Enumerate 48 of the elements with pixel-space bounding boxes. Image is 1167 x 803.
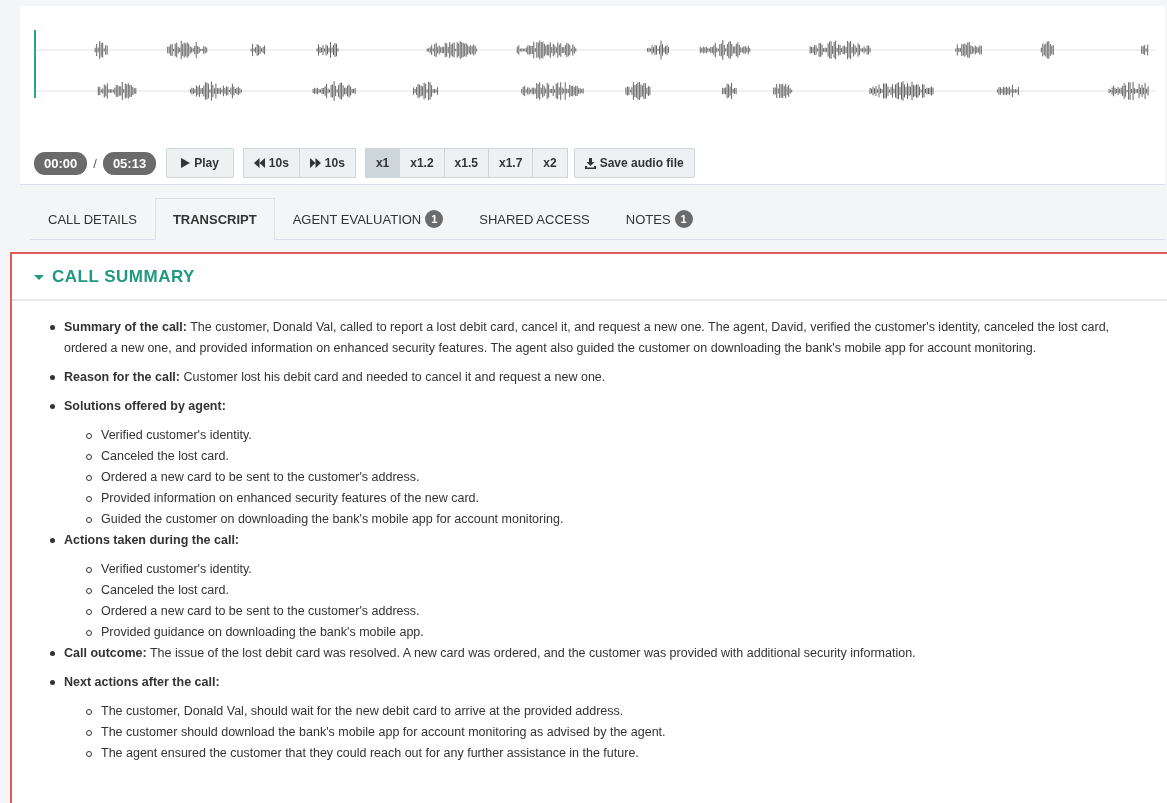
bullet [50, 404, 55, 409]
summary-text: Summary of the call: The customer, Donald Val, called to report a lost debit card, cancel it, and request a new one. The agent, David, verified the customer's identity, canceled the lost card, ordered a new one, and provided information on enhanced security features. The agent also guided the customer on downloading the bank's mobile app for account monitoring. [64, 319, 1111, 357]
speed-button[interactable]: x1.5 [443, 148, 489, 178]
tab[interactable]: SHARED ACCESS [461, 198, 608, 240]
section-title: CALL SUMMARY [52, 266, 195, 287]
list-item: Guided the customer on downloading the bank's mobile app for account monitoring. [101, 511, 564, 528]
save-audio-button[interactable]: Save audio file [573, 148, 695, 178]
list-heading: Actions taken during the call: [64, 533, 240, 547]
play-icon [181, 158, 191, 168]
tab[interactable]: AGENT EVALUATION 1 [274, 198, 462, 240]
tab[interactable]: CALL DETAILS [30, 198, 155, 240]
duration: 05:13 [102, 151, 157, 175]
list-item: Verified customer's identity. [101, 427, 252, 444]
play-button[interactable]: Play [166, 148, 234, 178]
time-separator: / [93, 155, 97, 171]
speed-button[interactable]: x1.7 [487, 148, 534, 178]
download-icon [584, 157, 596, 169]
list-item: The customer, Donald Val, should wait for the new debit card to arrive at the provided address. [101, 703, 624, 720]
list-item: Provided information on enhanced security features of the new card. [101, 490, 479, 507]
bullet [50, 375, 55, 380]
tab[interactable]: NOTES 1 [607, 198, 711, 240]
speed-button[interactable]: x1 [364, 148, 401, 178]
rewind-icon [253, 158, 265, 168]
speed-button[interactable]: x2 [532, 148, 568, 178]
list-item: Verified customer's identity. [101, 561, 252, 578]
list-item: Canceled the lost card. [101, 582, 229, 599]
speed-button[interactable]: x1.2 [399, 148, 445, 178]
list-heading: Next actions after the call: [64, 675, 220, 689]
list-heading: Solutions offered by agent: [64, 399, 226, 413]
count-badge: 1 [674, 210, 693, 228]
list-item: Provided guidance on downloading the bank's mobile app. [101, 624, 424, 641]
list-item: The agent ensured the customer that they could reach out for any further assistance in the future. [101, 745, 639, 762]
rewind-button[interactable]: 10s [242, 148, 300, 178]
summary-text: Call outcome: The issue of the lost debit card was resolved. A new card was ordered, and the customer was provided with additional security information. [64, 645, 916, 662]
bullet [50, 651, 55, 656]
list-item: Ordered a new card to be sent to the customer's address. [101, 603, 420, 620]
fast-forward-icon [309, 158, 321, 168]
summary-text: Reason for the call: Customer lost his debit card and needed to cancel it and request a new one. [64, 369, 606, 386]
current-time: 00:00 [34, 151, 88, 175]
bullet [50, 680, 55, 685]
bullet [50, 538, 55, 543]
list-item: The customer should download the bank's mobile app for account monitoring as advised by the agent. [101, 724, 666, 741]
count-badge: 1 [425, 210, 444, 228]
bullet [50, 325, 55, 330]
tab[interactable]: TRANSCRIPT [154, 198, 275, 240]
list-item: Canceled the lost card. [101, 448, 229, 465]
list-item: Ordered a new card to be sent to the customer's address. [101, 469, 420, 486]
forward-button[interactable]: 10s [298, 148, 356, 178]
